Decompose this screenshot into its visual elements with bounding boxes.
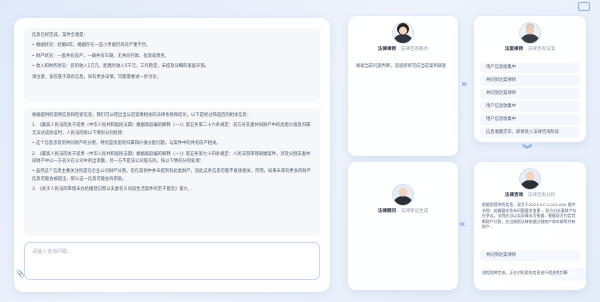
avatar	[392, 184, 414, 206]
status-item: 用户信息收集中	[480, 114, 580, 125]
message-line: 信息已经完成，案件全貌是：	[32, 33, 88, 38]
status-item: 共同到达案律师	[480, 75, 580, 86]
chat-panel: 信息已经完成，案件全貌是： • 婚姻状况：结婚8年，婚姻存在一些小矛盾但尚有严重不…	[14, 18, 330, 292]
attachment-icon[interactable]: 📎	[16, 270, 25, 278]
message-line: 2. 《最高人民法院关于适用〈中华人民共和国民法典〉婚姻家庭编的解释（一）》第五…	[32, 151, 311, 165]
chat-input[interactable]: 请输入咨询问题...	[24, 242, 320, 280]
agent-role: 法律顾问	[377, 209, 397, 214]
status-item: 用户信息收集中	[480, 62, 580, 73]
agent-card-lawyer[interactable]: 法律律师 法律咨询服务 根据当前问题判断，流程即将完成当前案例调查	[348, 16, 458, 156]
agent-status: 根据当前问题判断，流程即将完成当前案例调查	[356, 64, 447, 69]
message-line: • 这个信息涉及到共同财产的分割，特别是房屋的归属和价值分配问题，与案件中的共有…	[32, 141, 221, 147]
arrow-right-icon: »	[461, 79, 468, 90]
message-line: 1. 《最高人民法院关于适用〈中华人民共和国民法典〉婚姻家庭编的解释（一）》第五…	[32, 123, 311, 136]
message-line: • 财产状况：一套共有房产，一辆共有车辆，无共同存款、投资或债务。	[32, 53, 170, 59]
agent-desc: 法律咨询分析	[527, 193, 556, 198]
agent-role: 法律咨询	[504, 193, 524, 198]
message-line: 请注意，该仅基于现有信息，如有更多详情，可能需要进一步讨论。	[32, 74, 161, 80]
agent-role: 法律律师	[377, 47, 397, 52]
agent-role: 法案律师	[504, 47, 524, 52]
message-intro: 根据提供的案例信息和检索信息，我们可以得出当与您案情相关的法律条款和结论，以下是…	[32, 113, 252, 118]
message-line: • 虽然这个信息主要关注的是在企业公司财产分割，但在案例中并未提到有此类财产，因…	[32, 169, 311, 182]
agent-desc: 法律咨询法案	[527, 47, 556, 52]
agent-card-advisor[interactable]: 法律顾问 法律建议生成	[348, 162, 458, 290]
arrow-down-icon: ︾	[522, 145, 532, 156]
agent-desc: 法律咨询服务	[400, 47, 429, 52]
status-item: 用户信息收集中	[480, 101, 580, 112]
window-icon[interactable]	[578, 2, 590, 11]
message-line: 3. 《关于人民法院审理未办结婚登记而以夫妻名义同居生活案件的若干意见》第九..…	[32, 187, 192, 193]
avatar	[519, 168, 541, 190]
avatar	[392, 22, 414, 44]
message-line: • 收入和财务状况：您的收入1万元，配偶月收入5千元，工作稳定，未提及详细的家庭…	[32, 64, 209, 70]
agent-desc: 法律建议生成	[400, 209, 429, 214]
status-item: 共同到达案律师	[480, 88, 580, 99]
agent-card-consult[interactable]: 法律咨询 法律咨询分析 根据您提供的信息，双方于2023-07-2-012-00…	[474, 162, 586, 290]
message-line: • 婚姻状况：结婚8年，婚姻存在一些小矛盾但尚有严重不合。	[32, 43, 151, 49]
agent-card-case[interactable]: 法案律师 法律咨询法案 用户信息收集中 共同到达案律师 共同到达案律师 用户信息收集中…	[474, 16, 586, 142]
status-item: 共同到达案律师	[480, 250, 580, 261]
arrow-left-icon: «	[459, 219, 466, 230]
assistant-message: 信息已经完成，案件全貌是： • 婚姻状况：结婚8年，婚姻存在一些小矛盾但尚有严重不…	[24, 28, 320, 102]
status-item: 信息收集完毕，即将进入法律咨询阶段	[480, 127, 580, 138]
assistant-message: 根据提供的案例信息和检索信息，我们可以得出当与您案情相关的法律条款和结论，以下是…	[24, 108, 320, 236]
agent-footer: 流程即将完成，正在对检索的信息进行相关性判断	[482, 270, 568, 275]
avatar	[519, 22, 541, 44]
agent-analysis: 根据您提供的信息，双方于2023-07-2-012-002 案件名称：若婚姻关系…	[482, 202, 577, 230]
